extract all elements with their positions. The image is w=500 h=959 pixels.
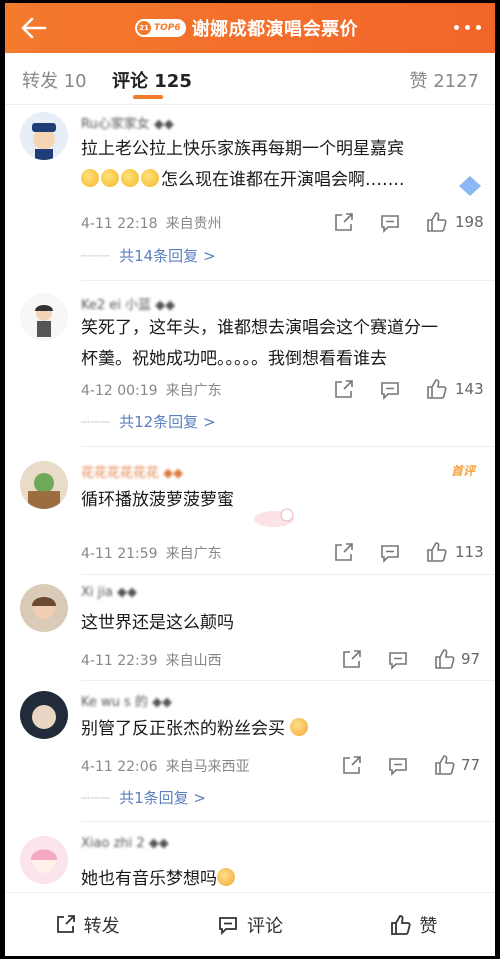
topic-title: 21 TOP6 谢娜成都演唱会票价 xyxy=(135,15,358,41)
thumbs-up-icon[interactable] xyxy=(425,378,447,400)
avatar[interactable] xyxy=(20,691,68,739)
like-count: 198 xyxy=(455,213,484,231)
tab-comment[interactable]: 评论 125 xyxy=(112,67,192,93)
view-replies-link[interactable]: ┄┄┄ 共1条回复 > xyxy=(81,787,206,808)
more-dots-icon[interactable] xyxy=(454,25,481,30)
username[interactable]: Xiao zhi 2 ◆◆ xyxy=(81,836,169,854)
reply-icon[interactable] xyxy=(379,212,401,234)
weibo-comment-screen: 21 TOP6 谢娜成都演唱会票价 转发 10 评论 125 赞 2127 Ru… xyxy=(5,3,495,956)
comment-text: 这世界还是这么颠吗 xyxy=(81,613,234,633)
avatar[interactable] xyxy=(20,836,68,884)
tab-like[interactable]: 赞 2127 xyxy=(409,67,479,93)
emoji-icon xyxy=(81,169,99,187)
comment-text: 拉上老公拉上快乐家族再每期一个明星嘉宾 怎么现在谁都在开演唱会啊……. xyxy=(81,139,405,190)
username[interactable]: 花花花花花花 ◆◆ xyxy=(81,462,183,481)
reply-icon[interactable] xyxy=(379,379,401,401)
hot-rank-badge: 21 TOP6 xyxy=(135,19,186,37)
comment-text: 笑死了，这年头，谁都想去演唱会这个赛道分一 杯羹。祝她成功吧。。。。。我倒想看看… xyxy=(81,318,438,369)
emoji-icon xyxy=(141,169,159,187)
emoji-icon xyxy=(101,169,119,187)
username[interactable]: Ke wu s 的 ◆◆ xyxy=(81,691,172,710)
cat-emoji-icon xyxy=(217,868,235,886)
thumbs-up-icon[interactable] xyxy=(425,541,447,563)
thumbs-up-icon xyxy=(391,914,411,935)
view-replies-link[interactable]: ┄┄┄ 共12条回复 > xyxy=(81,411,216,432)
avatar[interactable] xyxy=(20,293,68,341)
reply-icon[interactable] xyxy=(379,542,401,564)
view-replies-link[interactable]: ┄┄┄ 共14条回复 > xyxy=(81,245,216,266)
share-icon xyxy=(56,914,75,933)
comment-item: Xi jia ◆◆ 这世界还是这么颠吗 4-11 22:39 来自山西 97 xyxy=(5,575,495,681)
thumbs-up-icon[interactable] xyxy=(425,211,447,233)
tab-active-indicator xyxy=(133,95,163,99)
share-icon[interactable] xyxy=(332,379,354,401)
bottom-action-bar: 转发 评论 赞 xyxy=(5,892,495,956)
comment-item: Xiao zhi 2 ◆◆ 她也有音乐梦想吗 xyxy=(5,822,495,892)
thumbs-up-icon[interactable] xyxy=(433,648,455,670)
username[interactable]: Xi jia ◆◆ xyxy=(81,585,137,603)
like-count: 77 xyxy=(461,756,481,774)
page-title: 谢娜成都演唱会票价 xyxy=(191,19,359,40)
avatar[interactable] xyxy=(20,112,68,160)
comment-icon xyxy=(219,916,237,935)
avatar[interactable] xyxy=(20,461,68,509)
like-count: 143 xyxy=(455,380,484,398)
like-count: 97 xyxy=(461,650,481,668)
username[interactable]: Ru心家家女 ◆◆ xyxy=(81,113,174,132)
share-icon[interactable] xyxy=(332,542,354,564)
back-arrow-icon[interactable] xyxy=(19,14,49,42)
like-button[interactable]: 赞 xyxy=(332,893,495,956)
comment-item: Ke wu s 的 ◆◆ 别管了反正张杰的粉丝会买 4-11 22:06 来自马来… xyxy=(5,681,495,822)
share-icon[interactable] xyxy=(340,649,362,671)
reply-icon[interactable] xyxy=(387,755,409,777)
share-icon[interactable] xyxy=(332,212,354,234)
comment-item: Ke2 ei 小蓝 ◆◆ 笑死了，这年头，谁都想去演唱会这个赛道分一 杯羹。祝她… xyxy=(5,281,495,447)
tab-bar: 转发 10 评论 125 赞 2127 xyxy=(5,53,495,105)
avatar[interactable] xyxy=(20,584,68,632)
comment-meta: 4-11 21:59 来自广东 xyxy=(81,546,222,562)
comment-item: Ru心家家女 ◆◆ 拉上老公拉上快乐家族再每期一个明星嘉宾 怎么现在谁都在开演唱… xyxy=(5,106,495,281)
tab-repost[interactable]: 转发 10 xyxy=(22,67,87,93)
comment-meta: 4-11 22:18 来自贵州 xyxy=(81,216,222,232)
repost-button[interactable]: 转发 xyxy=(5,893,168,956)
top-bar: 21 TOP6 谢娜成都演唱会票价 xyxy=(5,3,495,53)
flame-icon: 21 xyxy=(137,21,151,35)
diamond-sticker-icon xyxy=(459,176,481,196)
comment-item: 花花花花花花 ◆◆ 首评 循环播放菠萝菠萝蜜 4-11 21:59 来自广东 11… xyxy=(5,447,495,575)
thumbs-up-icon[interactable] xyxy=(433,754,455,776)
comment-meta: 4-12 00:19 来自广东 xyxy=(81,383,222,399)
comment-meta: 4-11 22:06 来自马来西亚 xyxy=(81,759,250,775)
cat-sticker-icon xyxy=(254,508,294,527)
username[interactable]: Ke2 ei 小蓝 ◆◆ xyxy=(81,294,175,313)
comment-button[interactable]: 评论 xyxy=(168,893,331,956)
emoji-icon xyxy=(121,169,139,187)
comment-meta: 4-11 22:39 来自山西 xyxy=(81,653,222,669)
like-count: 113 xyxy=(455,543,484,561)
share-icon[interactable] xyxy=(340,755,362,777)
comment-text: 别管了反正张杰的粉丝会买 xyxy=(81,714,481,745)
cat-emoji-icon xyxy=(290,718,309,736)
reply-icon[interactable] xyxy=(387,649,409,671)
comment-text: 她也有音乐梦想吗 xyxy=(81,864,481,895)
first-comment-badge: 首评 xyxy=(450,464,475,478)
